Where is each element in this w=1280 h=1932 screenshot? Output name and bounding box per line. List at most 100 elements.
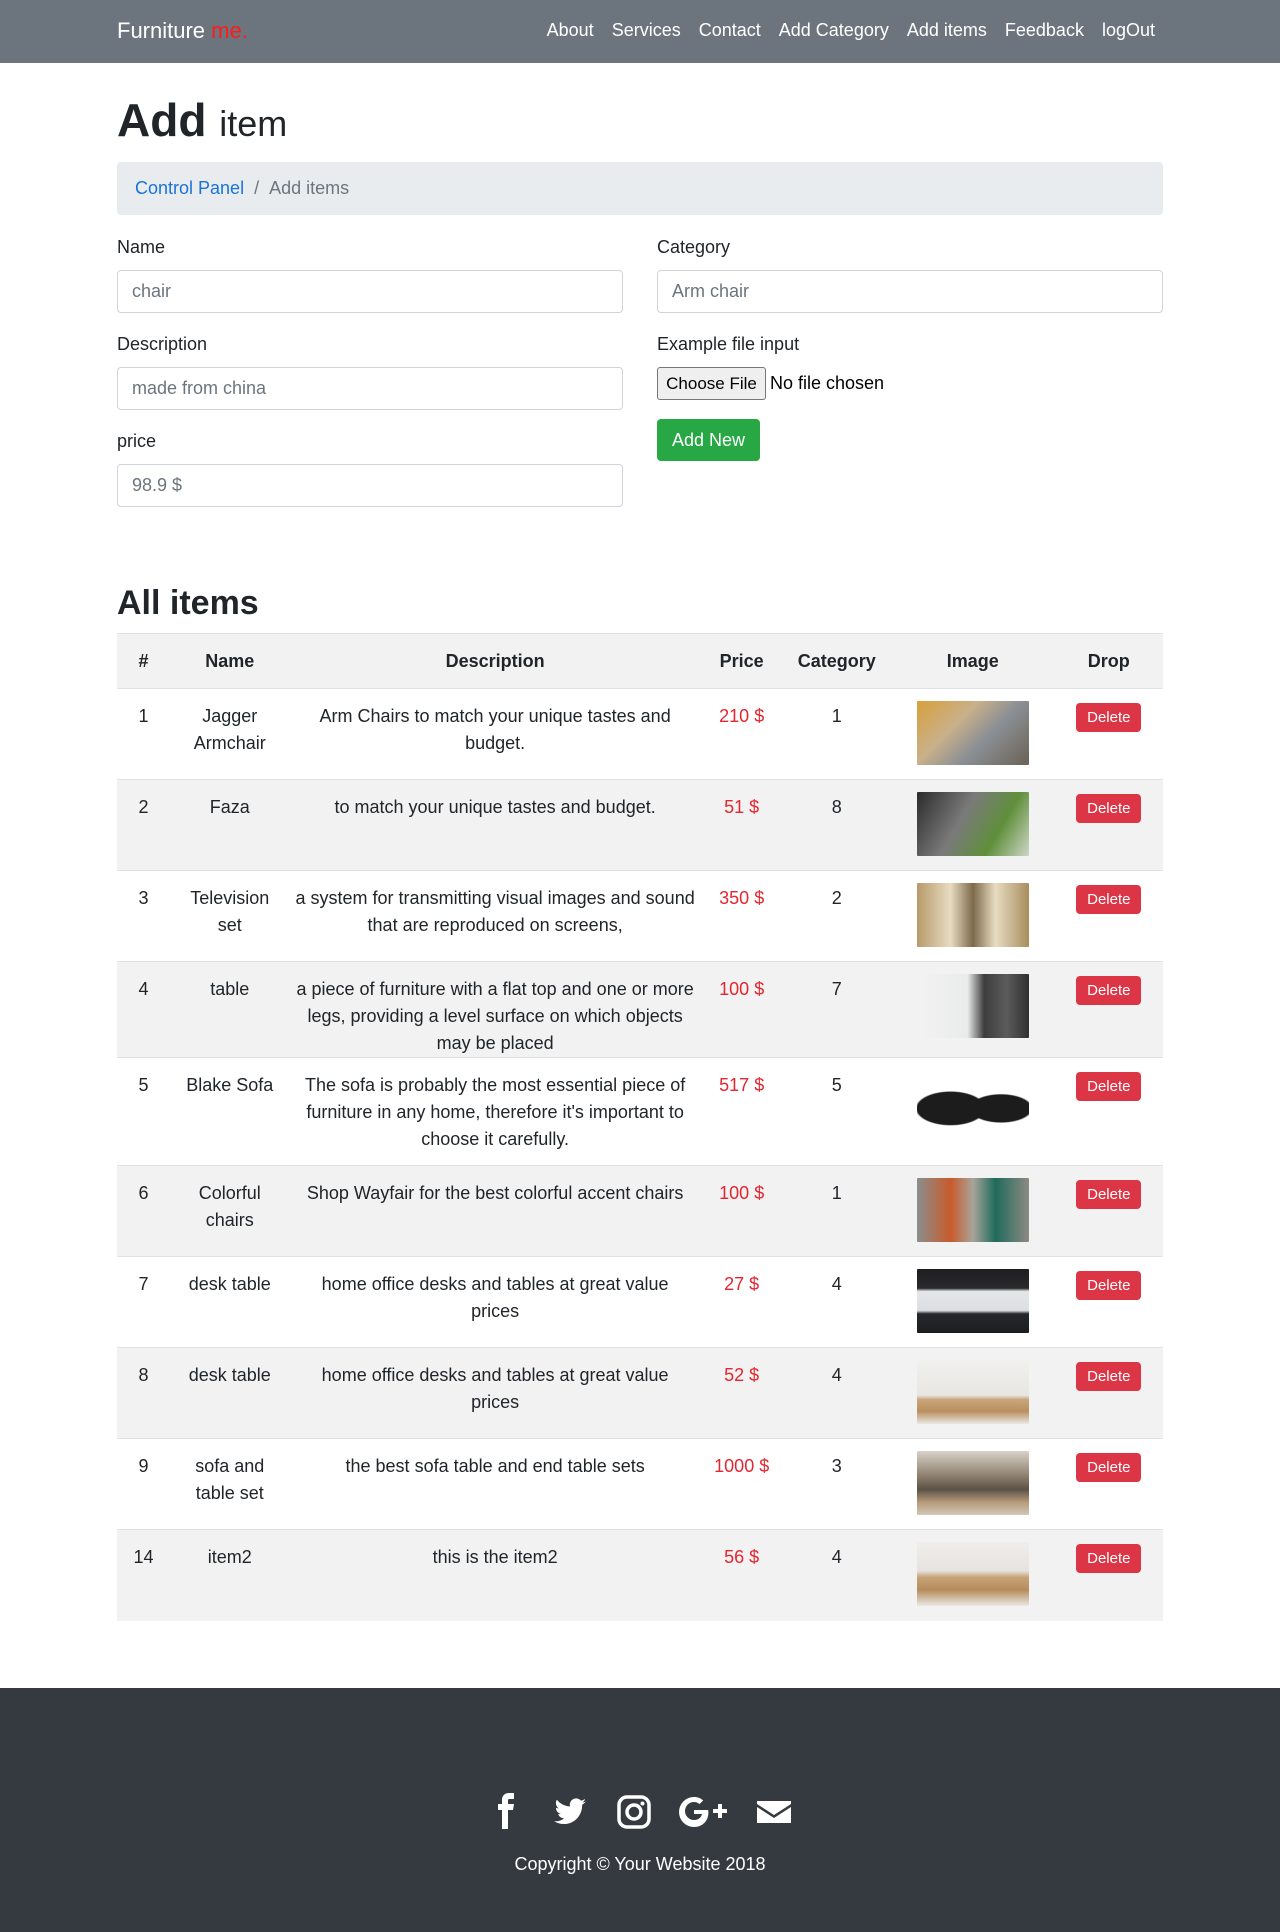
delete-button[interactable]: Delete — [1076, 1453, 1142, 1482]
cell-id: 8 — [117, 1347, 171, 1439]
file-status-text: No file chosen — [770, 373, 885, 393]
cell-description: home office desks and tables at great va… — [289, 1256, 701, 1348]
cell-id: 5 — [117, 1057, 171, 1166]
twitter-icon[interactable] — [550, 1792, 590, 1832]
nav-link-services[interactable]: Services — [612, 20, 681, 41]
delete-button[interactable]: Delete — [1076, 885, 1142, 914]
cell-price: 52 $ — [700, 1347, 783, 1439]
cell-price: 100 $ — [700, 1165, 783, 1257]
cell-name: item2 — [170, 1529, 290, 1621]
cell-description: home office desks and tables at great va… — [289, 1347, 701, 1439]
cell-drop: Delete — [1054, 1438, 1163, 1530]
google-plus-icon[interactable] — [678, 1792, 730, 1832]
cell-id: 6 — [117, 1165, 171, 1257]
add-new-button[interactable]: Add New — [657, 419, 760, 461]
shelf-thumbnail — [916, 974, 1029, 1038]
envelope-icon[interactable] — [754, 1792, 794, 1832]
cell-name: desk table — [170, 1256, 290, 1348]
cell-description: The sofa is probably the most essential … — [289, 1057, 701, 1166]
cell-id: 7 — [117, 1256, 171, 1348]
cell-image — [890, 1529, 1055, 1621]
cell-image — [890, 1347, 1055, 1439]
cell-drop: Delete — [1054, 1057, 1163, 1166]
category-input[interactable] — [657, 270, 1163, 313]
cell-price: 51 $ — [700, 779, 783, 871]
social-links — [0, 1792, 1280, 1832]
cell-price: 27 $ — [700, 1256, 783, 1348]
table-row: 4 table a piece of furniture with a flat… — [117, 961, 1163, 1058]
column-header-id: # — [117, 633, 171, 689]
pillows-thumbnail — [916, 792, 1029, 856]
delete-button[interactable]: Delete — [1076, 976, 1142, 1005]
tv-stand-thumbnail — [916, 883, 1029, 947]
name-label: Name — [117, 237, 166, 257]
cell-name: Colorful chairs — [170, 1165, 290, 1257]
nav-link-contact[interactable]: Contact — [699, 20, 761, 41]
cell-image — [890, 1438, 1055, 1530]
nav-link-about[interactable]: About — [547, 20, 594, 41]
cell-category: 1 — [782, 688, 891, 780]
cell-drop: Delete — [1054, 1347, 1163, 1439]
nav-link-feedback[interactable]: Feedback — [1005, 20, 1084, 41]
breadcrumb: Control Panel / Add items — [117, 162, 1163, 215]
table-row: 5 Blake Sofa The sofa is probably the mo… — [117, 1057, 1163, 1166]
breadcrumb-control-panel[interactable]: Control Panel — [135, 178, 244, 199]
table-row: 6 Colorful chairs Shop Wayfair for the b… — [117, 1165, 1163, 1257]
cell-name: Jagger Armchair — [170, 688, 290, 780]
brand-logo[interactable]: Furniture me. — [117, 18, 248, 44]
cell-category: 1 — [782, 1165, 891, 1257]
desk-lamp-thumbnail — [916, 1360, 1029, 1424]
table-row: 2 Faza to match your unique tastes and b… — [117, 779, 1163, 871]
cell-price: 210 $ — [700, 688, 783, 780]
delete-button[interactable]: Delete — [1076, 703, 1142, 732]
delete-button[interactable]: Delete — [1076, 1180, 1142, 1209]
cell-image — [890, 1256, 1055, 1348]
cell-drop: Delete — [1054, 688, 1163, 780]
cell-category: 2 — [782, 870, 891, 962]
delete-button[interactable]: Delete — [1076, 1072, 1142, 1101]
cell-drop: Delete — [1054, 779, 1163, 871]
breadcrumb-current: Add items — [269, 178, 350, 198]
cell-id: 2 — [117, 779, 171, 871]
cell-description: a system for transmitting visual images … — [289, 870, 701, 962]
column-header-name: Name — [170, 633, 290, 689]
category-label: Category — [657, 237, 731, 257]
brand-main: Furniture — [117, 18, 206, 43]
column-header-description: Description — [289, 633, 701, 689]
cell-image — [890, 1057, 1055, 1166]
cell-description: a piece of furniture with a flat top and… — [289, 961, 701, 1058]
cell-name: table — [170, 961, 290, 1058]
cell-image — [890, 688, 1055, 780]
column-header-price: Price — [700, 633, 783, 689]
all-items-title: All items — [117, 584, 259, 622]
cell-category: 4 — [782, 1529, 891, 1621]
description-label: Description — [117, 334, 208, 354]
nav-link-add-category[interactable]: Add Category — [779, 20, 889, 41]
nav-link-add-items[interactable]: Add items — [907, 20, 987, 41]
delete-button[interactable]: Delete — [1076, 1362, 1142, 1391]
price-input[interactable] — [117, 464, 623, 507]
cell-id: 3 — [117, 870, 171, 962]
page-title: Add item — [117, 92, 287, 152]
table-row: 7 desk table home office desks and table… — [117, 1256, 1163, 1348]
cell-price: 56 $ — [700, 1529, 783, 1621]
page-title-main: Add — [117, 94, 207, 146]
delete-button[interactable]: Delete — [1076, 794, 1142, 823]
delete-button[interactable]: Delete — [1076, 1271, 1142, 1300]
facebook-icon[interactable] — [486, 1792, 526, 1832]
cell-id: 9 — [117, 1438, 171, 1530]
column-header-image: Image — [890, 633, 1055, 689]
instagram-icon[interactable] — [614, 1792, 654, 1832]
nav-link-logout[interactable]: logOut — [1102, 20, 1155, 41]
cell-price: 350 $ — [700, 870, 783, 962]
cell-price: 517 $ — [700, 1057, 783, 1166]
cell-category: 4 — [782, 1347, 891, 1439]
choose-file-button[interactable]: Choose File — [657, 367, 766, 400]
delete-button[interactable]: Delete — [1076, 1544, 1142, 1573]
cell-image — [890, 961, 1055, 1058]
description-input[interactable] — [117, 367, 623, 410]
table-row: 3 Television set a system for transmitti… — [117, 870, 1163, 962]
items-table: # Name Description Price Category Image … — [117, 633, 1163, 1621]
cell-image — [890, 870, 1055, 962]
name-input[interactable] — [117, 270, 623, 313]
